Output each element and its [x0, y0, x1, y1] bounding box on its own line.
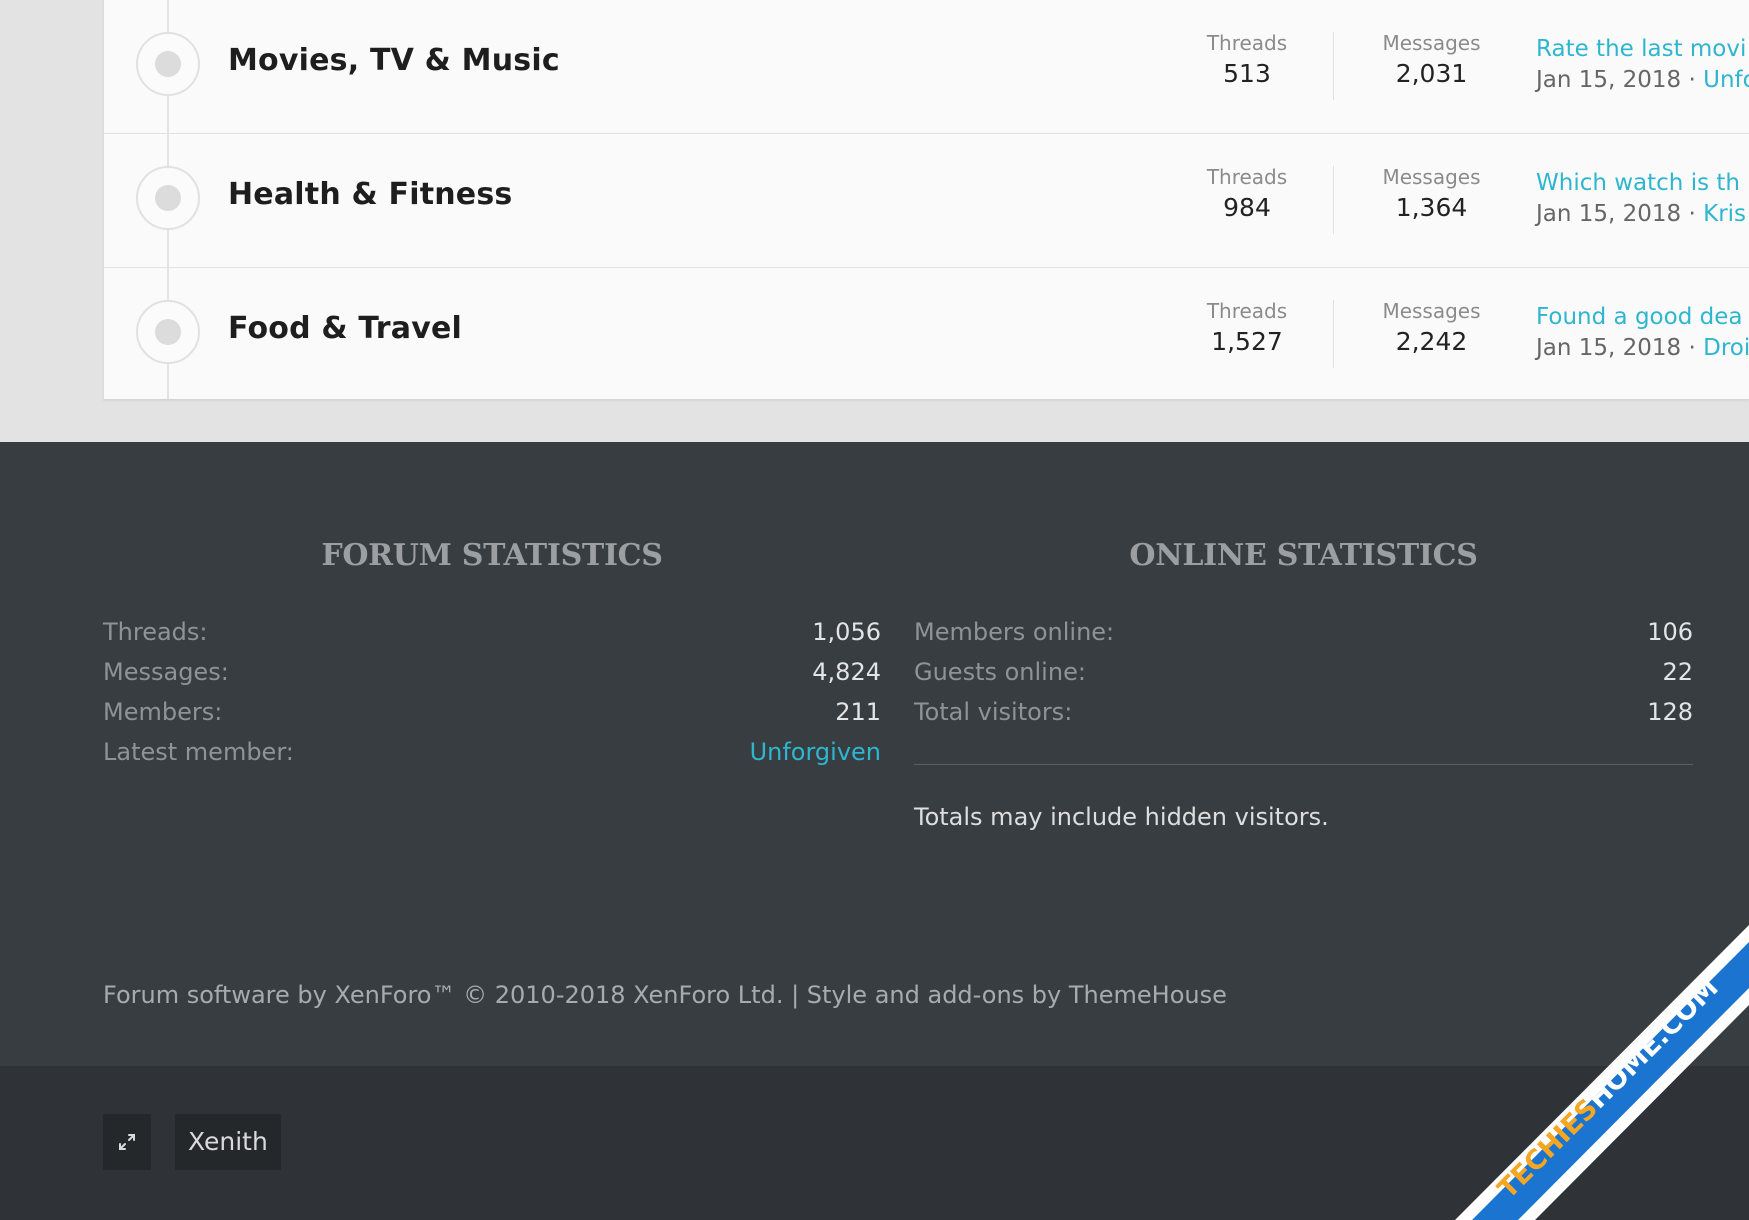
- forum-stat-row: Threads: 1,056: [103, 612, 881, 652]
- last-post-user-link[interactable]: Unfo: [1703, 67, 1749, 93]
- messages-stat-label: Messages: [1382, 299, 1481, 323]
- forum-stat-value: 4,824: [812, 658, 881, 686]
- stat-divider: [1333, 166, 1334, 234]
- threads-stat-value: 984: [1223, 193, 1271, 222]
- forum-stat-row: Messages: 4,824: [103, 652, 881, 692]
- messages-stat-label: Messages: [1382, 165, 1481, 189]
- last-post: Which watch is th Jan 15, 2018 · Kris: [1536, 168, 1746, 230]
- forum-node-title-link[interactable]: Food & Travel: [228, 311, 462, 346]
- forum-stat-value: 211: [835, 698, 881, 726]
- style-chooser-button[interactable]: Xenith: [175, 1114, 281, 1170]
- last-post-title-link[interactable]: Rate the last movi: [1536, 34, 1749, 64]
- forum-stat-label: Threads:: [103, 618, 208, 646]
- online-stat-label: Members online:: [914, 618, 1115, 646]
- forum-node-title-link[interactable]: Movies, TV & Music: [228, 43, 560, 78]
- online-stat-value: 106: [1647, 618, 1693, 646]
- hidden-visitors-note: Totals may include hidden visitors.: [914, 803, 1329, 831]
- forum-node-row: Food & Travel Threads 1,527 Messages 2,2…: [104, 268, 1749, 399]
- online-stat-row: Total visitors: 128: [914, 692, 1693, 732]
- messages-stat: Messages 1,364: [1359, 164, 1504, 226]
- messages-stat-value: 2,031: [1395, 59, 1468, 88]
- last-post-title-link[interactable]: Found a good dea: [1536, 302, 1749, 332]
- forum-node-status-icon: [136, 166, 200, 230]
- forum-stat-value: 1,056: [812, 618, 881, 646]
- forum-node-title-link[interactable]: Health & Fitness: [228, 177, 512, 212]
- last-post-meta: Jan 15, 2018 · Droi: [1536, 332, 1749, 364]
- footer-bottom-bar: Xenith: [0, 1066, 1749, 1220]
- last-post-user-link[interactable]: Droi: [1703, 335, 1749, 361]
- forum-stat-label: Messages:: [103, 658, 229, 686]
- threads-stat-value: 513: [1223, 59, 1271, 88]
- last-post-date: Jan 15, 2018 ·: [1536, 67, 1704, 93]
- forum-node-status-icon: [136, 32, 200, 96]
- last-post-meta: Jan 15, 2018 · Kris: [1536, 198, 1746, 230]
- online-statistics-heading: ONLINE STATISTICS: [1129, 538, 1478, 573]
- forum-stat-label: Latest member:: [103, 738, 294, 766]
- footer-main: FORUM STATISTICS ONLINE STATISTICS Threa…: [0, 442, 1749, 1066]
- last-post-user-link[interactable]: Kris: [1703, 201, 1746, 227]
- forum-statistics-list: Threads: 1,056 Messages: 4,824 Members: …: [103, 612, 881, 772]
- messages-stat-label: Messages: [1382, 31, 1481, 55]
- last-post-date: Jan 15, 2018 ·: [1536, 201, 1704, 227]
- messages-stat-value: 1,364: [1395, 193, 1468, 222]
- online-stat-value: 128: [1647, 698, 1693, 726]
- last-post: Found a good dea Jan 15, 2018 · Droi: [1536, 302, 1749, 364]
- online-statistics-list: Members online: 106 Guests online: 22 To…: [914, 612, 1693, 732]
- threads-stat-value: 1,527: [1211, 327, 1283, 356]
- online-stat-label: Guests online:: [914, 658, 1086, 686]
- threads-stat-label: Threads: [1206, 299, 1288, 323]
- expand-width-button[interactable]: [103, 1114, 151, 1170]
- stat-divider: [1333, 32, 1334, 100]
- stat-divider: [1333, 300, 1334, 368]
- online-stat-value: 22: [1662, 658, 1693, 686]
- threads-stat-label: Threads: [1206, 165, 1288, 189]
- last-post-meta: Jan 15, 2018 · Unfo: [1536, 64, 1749, 96]
- messages-stat: Messages 2,242: [1359, 298, 1504, 360]
- forum-node-row: Health & Fitness Threads 984 Messages 1,…: [104, 134, 1749, 268]
- online-stat-row: Guests online: 22: [914, 652, 1693, 692]
- last-post-date: Jan 15, 2018 ·: [1536, 335, 1704, 361]
- last-post-title-link[interactable]: Which watch is th: [1536, 168, 1746, 198]
- threads-stat: Threads 984: [1184, 164, 1310, 226]
- forum-stat-row: Members: 211: [103, 692, 881, 732]
- latest-member-link[interactable]: Unforgiven: [750, 732, 881, 772]
- forum-node-status-icon: [136, 300, 200, 364]
- last-post: Rate the last movi Jan 15, 2018 · Unfo: [1536, 34, 1749, 96]
- forum-statistics-heading: FORUM STATISTICS: [321, 538, 663, 573]
- messages-stat: Messages 2,031: [1359, 30, 1504, 92]
- forum-node-row: Movies, TV & Music Threads 513 Messages …: [104, 0, 1749, 134]
- forum-stat-row: Latest member: Unforgiven: [103, 732, 881, 772]
- online-stat-label: Total visitors:: [914, 698, 1073, 726]
- online-stat-row: Members online: 106: [914, 612, 1693, 652]
- threads-stat: Threads 1,527: [1184, 298, 1310, 360]
- threads-stat: Threads 513: [1184, 30, 1310, 92]
- copyright-text: Forum software by XenForo™ © 2010-2018 X…: [103, 981, 1227, 1009]
- online-stats-divider: [914, 764, 1693, 765]
- expand-arrows-icon: [119, 1134, 135, 1150]
- forum-stat-label: Members:: [103, 698, 223, 726]
- threads-stat-label: Threads: [1206, 31, 1288, 55]
- forum-node-list: Movies, TV & Music Threads 513 Messages …: [103, 0, 1749, 400]
- messages-stat-value: 2,242: [1395, 327, 1468, 356]
